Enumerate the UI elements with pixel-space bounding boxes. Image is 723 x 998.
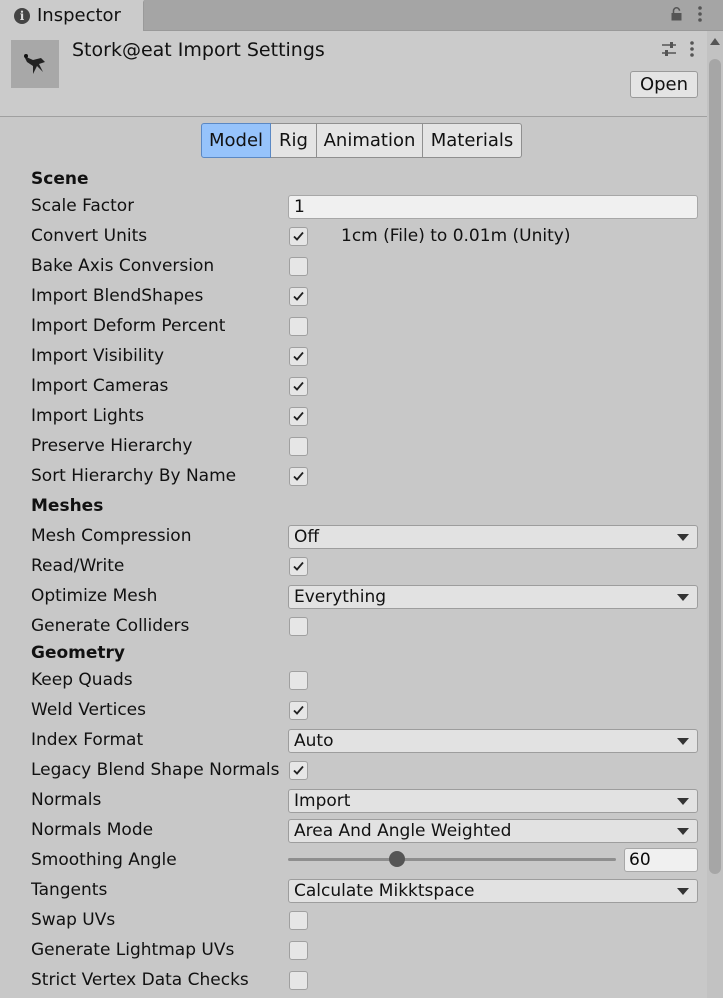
preserve-hierarchy-label: Preserve Hierarchy (31, 436, 193, 456)
scale-factor-input[interactable]: 1 (288, 195, 698, 219)
optimize-mesh-label: Optimize Mesh (31, 586, 158, 606)
header-kebab-menu-icon[interactable] (688, 40, 696, 58)
section-meshes: Meshes (31, 496, 104, 516)
smoothing-angle-slider-track[interactable] (288, 858, 616, 861)
read-write-label: Read/Write (31, 556, 125, 576)
keep-quads-label: Keep Quads (31, 670, 133, 690)
smoothing-angle-label: Smoothing Angle (31, 850, 177, 870)
asset-thumbnail (11, 40, 59, 88)
sort-hierarchy-checkbox[interactable] (289, 467, 308, 486)
mesh-compression-value: Off (294, 527, 320, 547)
lightmap-uvs-checkbox[interactable] (289, 941, 308, 960)
tab-title: Inspector (37, 5, 121, 26)
blendshapes-checkbox[interactable] (289, 287, 308, 306)
optimize-mesh-value: Everything (294, 587, 387, 607)
optimize-mesh-dropdown[interactable]: Everything (288, 585, 698, 609)
dropdown-arrow-icon (677, 594, 689, 601)
swap-uvs-checkbox[interactable] (289, 911, 308, 930)
mesh-compression-label: Mesh Compression (31, 526, 192, 546)
checkmark-icon (293, 765, 304, 775)
generate-colliders-checkbox[interactable] (289, 617, 308, 636)
checkmark-icon (293, 351, 304, 361)
legacy-blend-checkbox[interactable] (289, 761, 308, 780)
index-format-dropdown[interactable]: Auto (288, 729, 698, 753)
lights-checkbox[interactable] (289, 407, 308, 426)
import-tabs: Model Rig Animation Materials (201, 123, 522, 158)
normals-label: Normals (31, 790, 102, 810)
bake-axis-label: Bake Axis Conversion (31, 256, 215, 276)
lightmap-uvs-label: Generate Lightmap UVs (31, 940, 235, 960)
cameras-checkbox[interactable] (289, 377, 308, 396)
inspector-tab[interactable]: i Inspector (0, 0, 144, 31)
dropdown-arrow-icon (677, 888, 689, 895)
normals-mode-label: Normals Mode (31, 820, 154, 840)
vertical-scrollbar[interactable] (707, 31, 723, 998)
stork-icon (24, 54, 45, 74)
smoothing-angle-slider-handle[interactable] (389, 851, 406, 867)
lock-icon[interactable] (671, 7, 682, 21)
deform-percent-checkbox[interactable] (289, 317, 308, 336)
swap-uvs-label: Swap UVs (31, 910, 116, 930)
keep-quads-checkbox[interactable] (289, 671, 308, 690)
tab-model[interactable]: Model (201, 123, 271, 158)
section-scene: Scene (31, 169, 89, 189)
read-write-checkbox[interactable] (289, 557, 308, 576)
weld-vertices-label: Weld Vertices (31, 700, 146, 720)
legacy-blend-label: Legacy Blend Shape Normals (31, 760, 280, 780)
normals-dropdown[interactable]: Import (288, 789, 698, 813)
dropdown-arrow-icon (677, 798, 689, 805)
tangents-dropdown[interactable]: Calculate Mikktspace (288, 879, 698, 903)
normals-mode-dropdown[interactable]: Area And Angle Weighted (288, 819, 698, 843)
normals-value: Import (294, 791, 351, 811)
window-tab-bar: i Inspector (0, 0, 723, 31)
tab-materials[interactable]: Materials (423, 123, 522, 158)
index-format-value: Auto (294, 731, 334, 751)
tangents-value: Calculate Mikktspace (294, 881, 475, 901)
header-title: Stork@eat Import Settings (72, 39, 325, 61)
settings-sliders-icon[interactable] (661, 41, 677, 57)
index-format-label: Index Format (31, 730, 144, 750)
inspector-header: Stork@eat Import Settings Open (0, 31, 723, 117)
blendshapes-label: Import BlendShapes (31, 286, 204, 306)
checkmark-icon (293, 471, 304, 481)
checkmark-icon (293, 381, 304, 391)
checkmark-icon (293, 411, 304, 421)
convert-units-label: Convert Units (31, 226, 148, 246)
cameras-label: Import Cameras (31, 376, 169, 396)
convert-units-checkbox[interactable] (289, 227, 308, 246)
checkmark-icon (293, 231, 304, 241)
dropdown-arrow-icon (677, 534, 689, 541)
normals-mode-value: Area And Angle Weighted (294, 821, 512, 841)
strict-vertex-label: Strict Vertex Data Checks (31, 970, 249, 990)
strict-vertex-checkbox[interactable] (289, 971, 308, 990)
bake-axis-checkbox[interactable] (289, 257, 308, 276)
sort-hierarchy-label: Sort Hierarchy By Name (31, 466, 237, 486)
mesh-compression-dropdown[interactable]: Off (288, 525, 698, 549)
visibility-label: Import Visibility (31, 346, 165, 366)
tab-animation[interactable]: Animation (317, 123, 423, 158)
info-icon: i (14, 8, 30, 24)
scroll-up-arrow-icon[interactable] (710, 38, 720, 45)
generate-colliders-label: Generate Colliders (31, 616, 190, 636)
convert-units-note: 1cm (File) to 0.01m (Unity) (341, 226, 571, 246)
scrollbar-thumb[interactable] (709, 59, 721, 874)
visibility-checkbox[interactable] (289, 347, 308, 366)
open-button[interactable]: Open (630, 71, 698, 98)
section-geometry: Geometry (31, 643, 125, 663)
smoothing-angle-input[interactable]: 60 (624, 848, 698, 872)
weld-vertices-checkbox[interactable] (289, 701, 308, 720)
checkmark-icon (293, 291, 304, 301)
kebab-menu-icon[interactable] (696, 5, 704, 23)
deform-percent-label: Import Deform Percent (31, 316, 226, 336)
checkmark-icon (293, 561, 304, 571)
scale-factor-label: Scale Factor (31, 196, 135, 216)
lights-label: Import Lights (31, 406, 145, 426)
tangents-label: Tangents (31, 880, 108, 900)
checkmark-icon (293, 705, 304, 715)
tab-rig[interactable]: Rig (271, 123, 317, 158)
dropdown-arrow-icon (677, 738, 689, 745)
dropdown-arrow-icon (677, 828, 689, 835)
preserve-hierarchy-checkbox[interactable] (289, 437, 308, 456)
